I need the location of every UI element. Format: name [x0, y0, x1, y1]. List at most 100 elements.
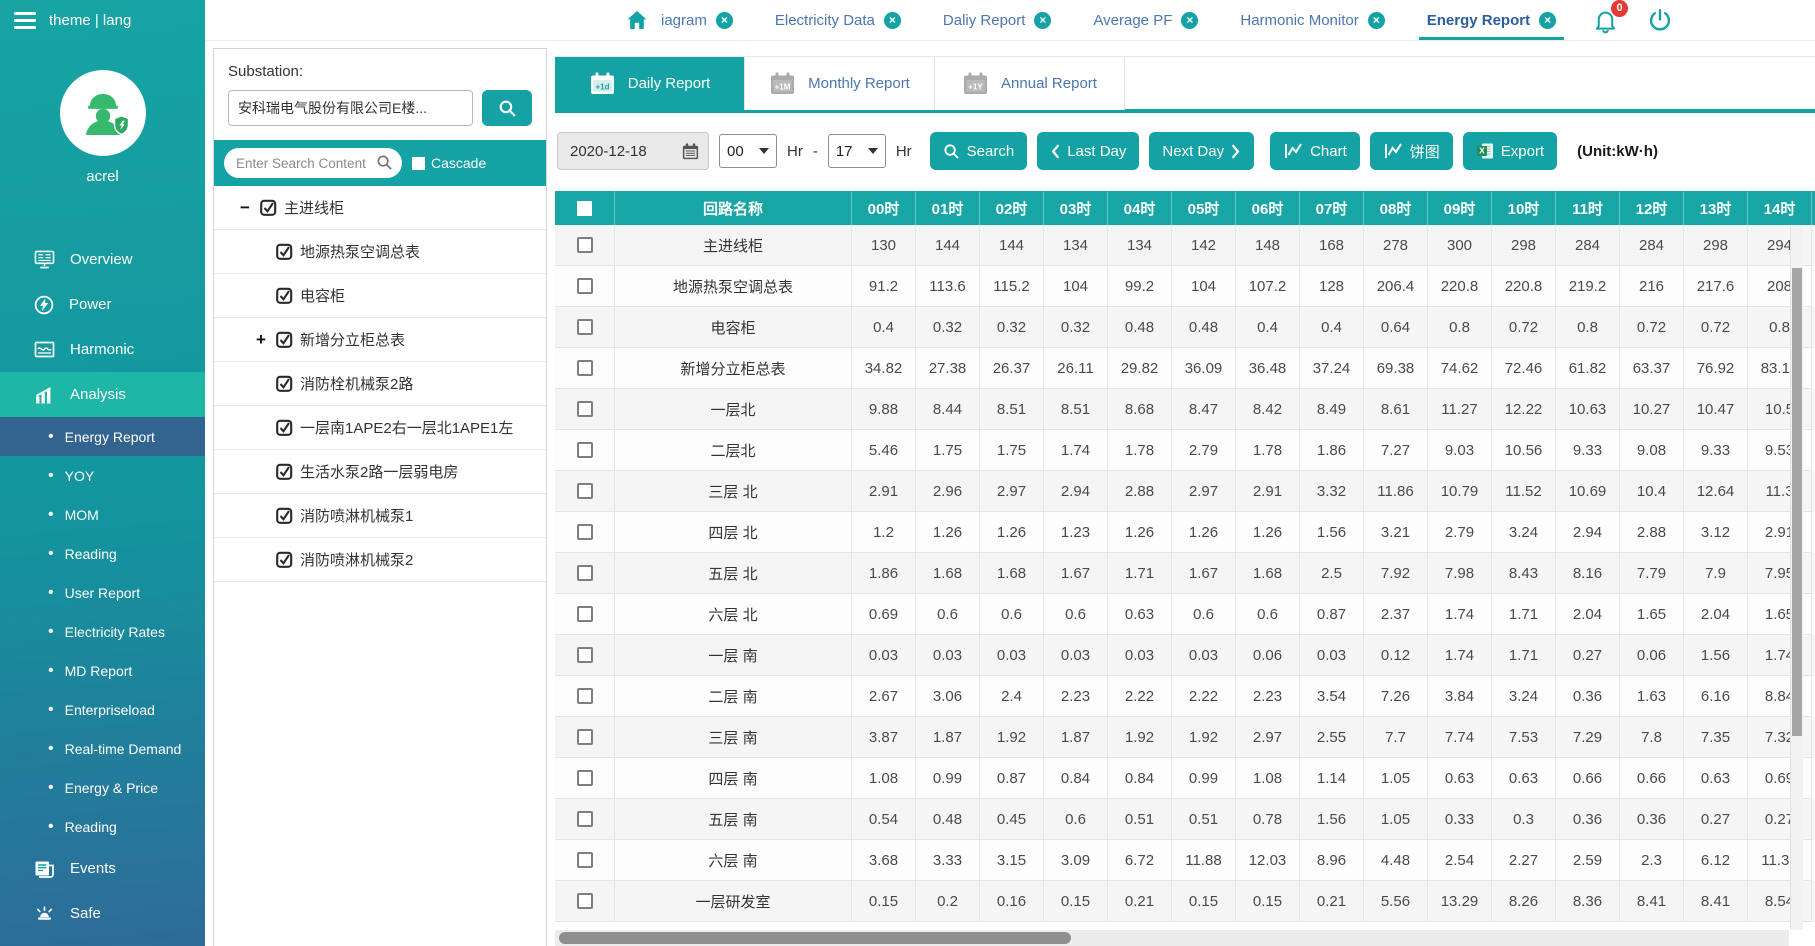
- search-button[interactable]: Search: [930, 132, 1028, 170]
- pie-chart-button[interactable]: 饼图: [1370, 132, 1453, 170]
- row-checkbox[interactable]: [577, 524, 593, 540]
- value-cell: 6.12: [1684, 840, 1748, 881]
- tab-monthly-report[interactable]: +1MMonthly Report: [745, 57, 935, 110]
- row-checkbox[interactable]: [577, 565, 593, 581]
- row-checkbox[interactable]: [577, 483, 593, 499]
- sidebar-item-events[interactable]: Events: [0, 846, 205, 891]
- export-button[interactable]: X Export: [1463, 132, 1557, 170]
- collapse-icon[interactable]: −: [240, 198, 260, 218]
- tree-node[interactable]: 消防喷淋机械泵2: [214, 538, 546, 582]
- substation-search-button[interactable]: [482, 90, 532, 126]
- topbar-tab[interactable]: Electricity Data×: [775, 0, 901, 40]
- sidebar-item-safe[interactable]: Safe: [0, 891, 205, 936]
- sidebar-subitem-reading[interactable]: •Reading: [0, 534, 205, 573]
- sidebar-subitem-yoy[interactable]: •YOY: [0, 456, 205, 495]
- tree-node[interactable]: +新增分立柜总表: [214, 318, 546, 362]
- vertical-scrollbar[interactable]: [1790, 226, 1803, 930]
- tree-node[interactable]: 生活水泵2路一层弱电房: [214, 450, 546, 494]
- vertical-scrollbar-thumb[interactable]: [1792, 268, 1802, 736]
- tree-node[interactable]: 消防喷淋机械泵1: [214, 494, 546, 538]
- tree-node[interactable]: 一层南1APE2右一层北1APE1左: [214, 406, 546, 450]
- sidebar-item-overview[interactable]: Overview: [0, 237, 205, 282]
- row-checkbox[interactable]: [577, 319, 593, 335]
- sidebar-subitem-user-report[interactable]: •User Report: [0, 573, 205, 612]
- value-cell: 0.2: [916, 881, 980, 922]
- row-checkbox[interactable]: [577, 893, 593, 909]
- topbar-tab[interactable]: Harmonic Monitor×: [1240, 0, 1384, 40]
- tree-node[interactable]: −主进线柜: [214, 186, 546, 230]
- row-checkbox[interactable]: [577, 360, 593, 376]
- row-checkbox[interactable]: [577, 237, 593, 253]
- expand-icon[interactable]: +: [256, 330, 276, 350]
- cascade-checkbox[interactable]: Cascade: [412, 155, 486, 171]
- substation-input[interactable]: [228, 90, 473, 126]
- row-checkbox[interactable]: [577, 647, 593, 663]
- value-cell: 0.36: [1620, 799, 1684, 840]
- close-icon[interactable]: ×: [716, 12, 733, 29]
- chart-button[interactable]: Chart: [1270, 132, 1360, 170]
- row-checkbox[interactable]: [577, 401, 593, 417]
- tree-checkbox-icon[interactable]: [276, 287, 293, 304]
- value-cell: 7.74: [1428, 717, 1492, 758]
- tree-checkbox-icon[interactable]: [260, 199, 277, 216]
- sidebar-subitem-energy-price[interactable]: •Energy & Price: [0, 768, 205, 807]
- close-icon[interactable]: ×: [1368, 12, 1385, 29]
- tree-checkbox-icon[interactable]: [276, 331, 293, 348]
- tree-checkbox-icon[interactable]: [276, 507, 293, 524]
- row-checkbox[interactable]: [577, 811, 593, 827]
- sidebar-item-analysis[interactable]: Analysis: [0, 372, 205, 417]
- horizontal-scrollbar-thumb[interactable]: [559, 932, 1071, 944]
- row-checkbox[interactable]: [577, 688, 593, 704]
- sidebar-subitem-electricity-rates[interactable]: •Electricity Rates: [0, 612, 205, 651]
- next-day-button[interactable]: Next Day: [1149, 132, 1254, 170]
- tab-annual-report[interactable]: +1YAnnual Report: [935, 57, 1125, 110]
- sidebar-subitem-md-report[interactable]: •MD Report: [0, 651, 205, 690]
- close-icon[interactable]: ×: [1181, 12, 1198, 29]
- close-icon[interactable]: ×: [1034, 12, 1051, 29]
- row-checkbox[interactable]: [577, 729, 593, 745]
- sidebar-subitem-real-time-demand[interactable]: •Real-time Demand: [0, 729, 205, 768]
- theme-lang-switch[interactable]: theme | lang: [49, 12, 131, 29]
- avatar[interactable]: [60, 70, 146, 156]
- tab-daily-report[interactable]: +1dDaily Report: [555, 57, 745, 110]
- notifications-bell[interactable]: 0: [1592, 7, 1619, 34]
- horizontal-scrollbar[interactable]: [555, 930, 1789, 946]
- date-picker[interactable]: 2020-12-18: [557, 132, 709, 170]
- sidebar-subitem-mom[interactable]: •MOM: [0, 495, 205, 534]
- sidebar-subitem-reading[interactable]: •Reading: [0, 807, 205, 846]
- sidebar-subitem-energy-report[interactable]: •Energy Report: [0, 417, 205, 456]
- tree-node[interactable]: 消防栓机械泵2路: [214, 362, 546, 406]
- close-icon[interactable]: ×: [1539, 12, 1556, 29]
- row-checkbox[interactable]: [577, 606, 593, 622]
- value-cell: 8.51: [980, 389, 1044, 430]
- tree-checkbox-icon[interactable]: [276, 243, 293, 260]
- tree-node[interactable]: 地源热泵空调总表: [214, 230, 546, 274]
- hour-end-select[interactable]: 17: [828, 134, 886, 168]
- menu-toggle-icon[interactable]: [14, 12, 36, 29]
- value-cell: 0.06: [1620, 635, 1684, 676]
- value-cell: 216: [1620, 266, 1684, 307]
- tree-checkbox-icon[interactable]: [276, 463, 293, 480]
- select-all-checkbox[interactable]: [577, 201, 592, 216]
- home-icon[interactable]: [625, 8, 649, 32]
- tree-node[interactable]: 电容柜: [214, 274, 546, 318]
- row-checkbox[interactable]: [577, 770, 593, 786]
- tree-checkbox-icon[interactable]: [276, 551, 293, 568]
- topbar-tab[interactable]: Energy Report×: [1427, 0, 1556, 40]
- topbar-tab[interactable]: Average PF×: [1093, 0, 1198, 40]
- row-checkbox[interactable]: [577, 278, 593, 294]
- tree-checkbox-icon[interactable]: [276, 419, 293, 436]
- topbar-tab[interactable]: iagram×: [661, 0, 733, 40]
- row-checkbox[interactable]: [577, 852, 593, 868]
- topbar-tab[interactable]: Daliy Report×: [943, 0, 1052, 40]
- sidebar-item-harmonic[interactable]: Harmonic: [0, 327, 205, 372]
- row-checkbox[interactable]: [577, 442, 593, 458]
- value-cell: 10.63: [1556, 389, 1620, 430]
- close-icon[interactable]: ×: [884, 12, 901, 29]
- sidebar-item-power[interactable]: Power: [0, 282, 205, 327]
- hour-start-select[interactable]: 00: [719, 134, 777, 168]
- last-day-button[interactable]: Last Day: [1037, 132, 1139, 170]
- logout-power-button[interactable]: [1647, 7, 1673, 33]
- tree-checkbox-icon[interactable]: [276, 375, 293, 392]
- sidebar-subitem-enterpriseload[interactable]: •Enterpriseload: [0, 690, 205, 729]
